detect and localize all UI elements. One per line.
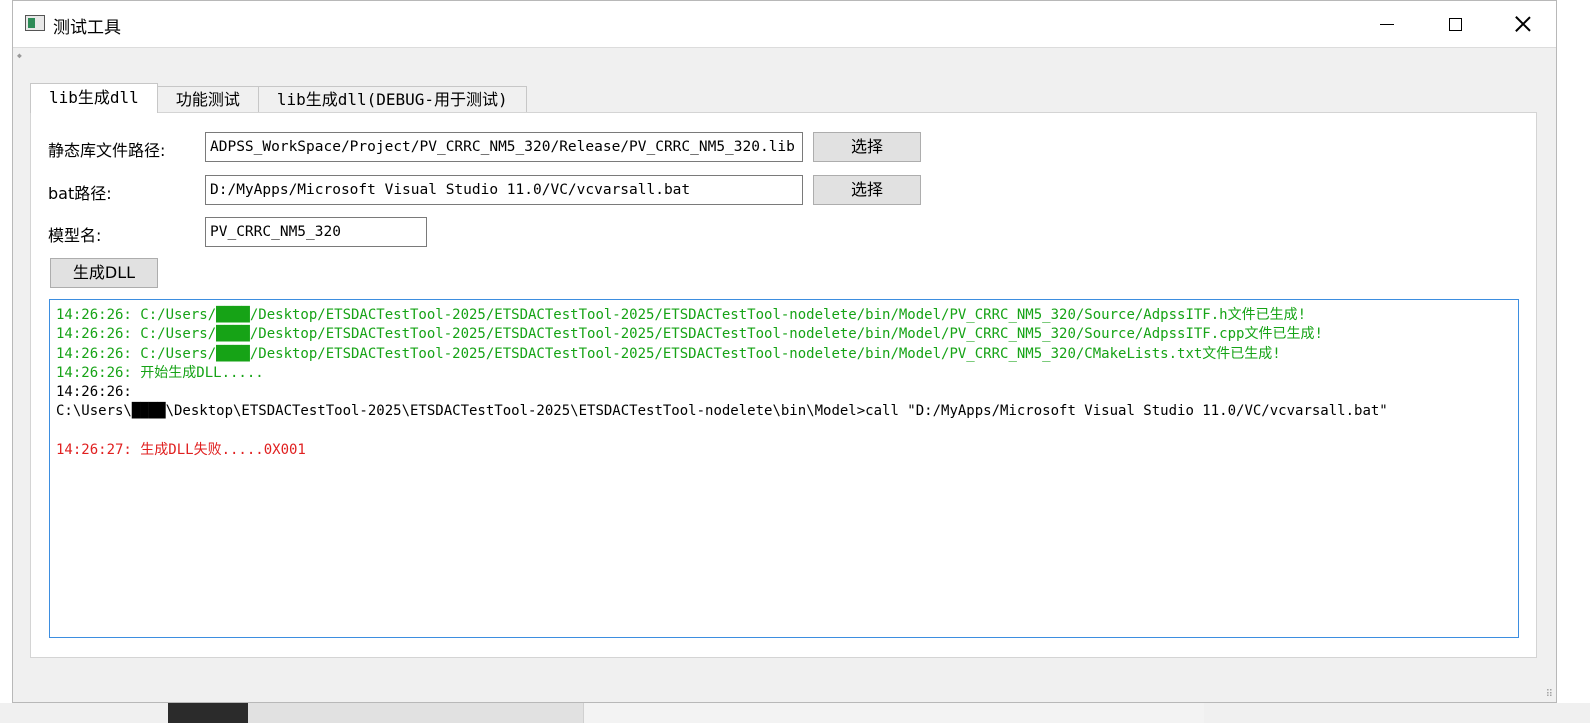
log-line: 14:26:27: 生成DLL失败.....0X001: [56, 442, 306, 459]
tab-function-test[interactable]: 功能测试: [156, 86, 259, 112]
app-icon: [25, 15, 45, 31]
log-line: 14:26:26:: [56, 384, 132, 401]
tab-lib-to-dll[interactable]: lib生成dll: [30, 83, 158, 113]
lib-path-label: 静态库文件路径:: [48, 141, 166, 160]
model-name-input[interactable]: PV_CRRC_NM5_320: [205, 217, 427, 247]
desktop-window-edge: [583, 703, 1204, 723]
generate-dll-button[interactable]: 生成DLL: [50, 258, 158, 288]
log-line: 14:26:26: C:/Users/████/Desktop/ETSDACTe…: [56, 326, 1323, 343]
lib-browse-button[interactable]: 选择: [813, 132, 921, 162]
close-button[interactable]: [1489, 1, 1557, 47]
desktop-window-edge: [248, 703, 583, 723]
resize-grip-icon[interactable]: ⠿: [1546, 689, 1553, 700]
desktop-taskbar-block: [168, 703, 248, 723]
window-title: 测试工具: [53, 18, 121, 38]
maximize-icon: [1448, 17, 1462, 31]
bat-browse-button[interactable]: 选择: [813, 175, 921, 205]
bat-path-input[interactable]: D:/MyApps/Microsoft Visual Studio 11.0/V…: [205, 175, 803, 205]
title-bar[interactable]: 测试工具: [13, 1, 1556, 48]
log-line: 14:26:26: C:/Users/████/Desktop/ETSDACTe…: [56, 345, 1281, 362]
desktop-background: [0, 703, 1590, 723]
maximize-button[interactable]: [1421, 1, 1489, 47]
minimize-icon: [1380, 23, 1394, 25]
toolbar-grip-icon: ◆: [17, 51, 22, 60]
model-name-label: 模型名:: [48, 226, 102, 245]
tab-bar: lib生成dll 功能测试 lib生成dll(DEBUG-用于测试): [30, 83, 527, 113]
log-line: 14:26:26: 开始生成DLL.....: [56, 364, 264, 381]
lib-path-input[interactable]: ADPSS_WorkSpace/Project/PV_CRRC_NM5_320/…: [205, 132, 803, 162]
minimize-button[interactable]: [1353, 1, 1421, 47]
tab-panel: 静态库文件路径: ADPSS_WorkSpace/Project/PV_CRRC…: [30, 112, 1537, 658]
log-line: C:\Users\████\Desktop\ETSDACTestTool-202…: [56, 403, 1388, 420]
bat-path-label: bat路径:: [48, 184, 112, 203]
app-window: 测试工具 ◆ lib生成dll 功能测试 lib生成dll(DEBUG-用于测试…: [12, 0, 1557, 703]
tab-lib-to-dll-debug[interactable]: lib生成dll(DEBUG-用于测试): [257, 86, 527, 112]
close-icon: [1515, 16, 1531, 32]
log-output[interactable]: 14:26:26: C:/Users/████/Desktop/ETSDACTe…: [49, 299, 1519, 638]
log-line: 14:26:26: C:/Users/████/Desktop/ETSDACTe…: [56, 307, 1307, 323]
